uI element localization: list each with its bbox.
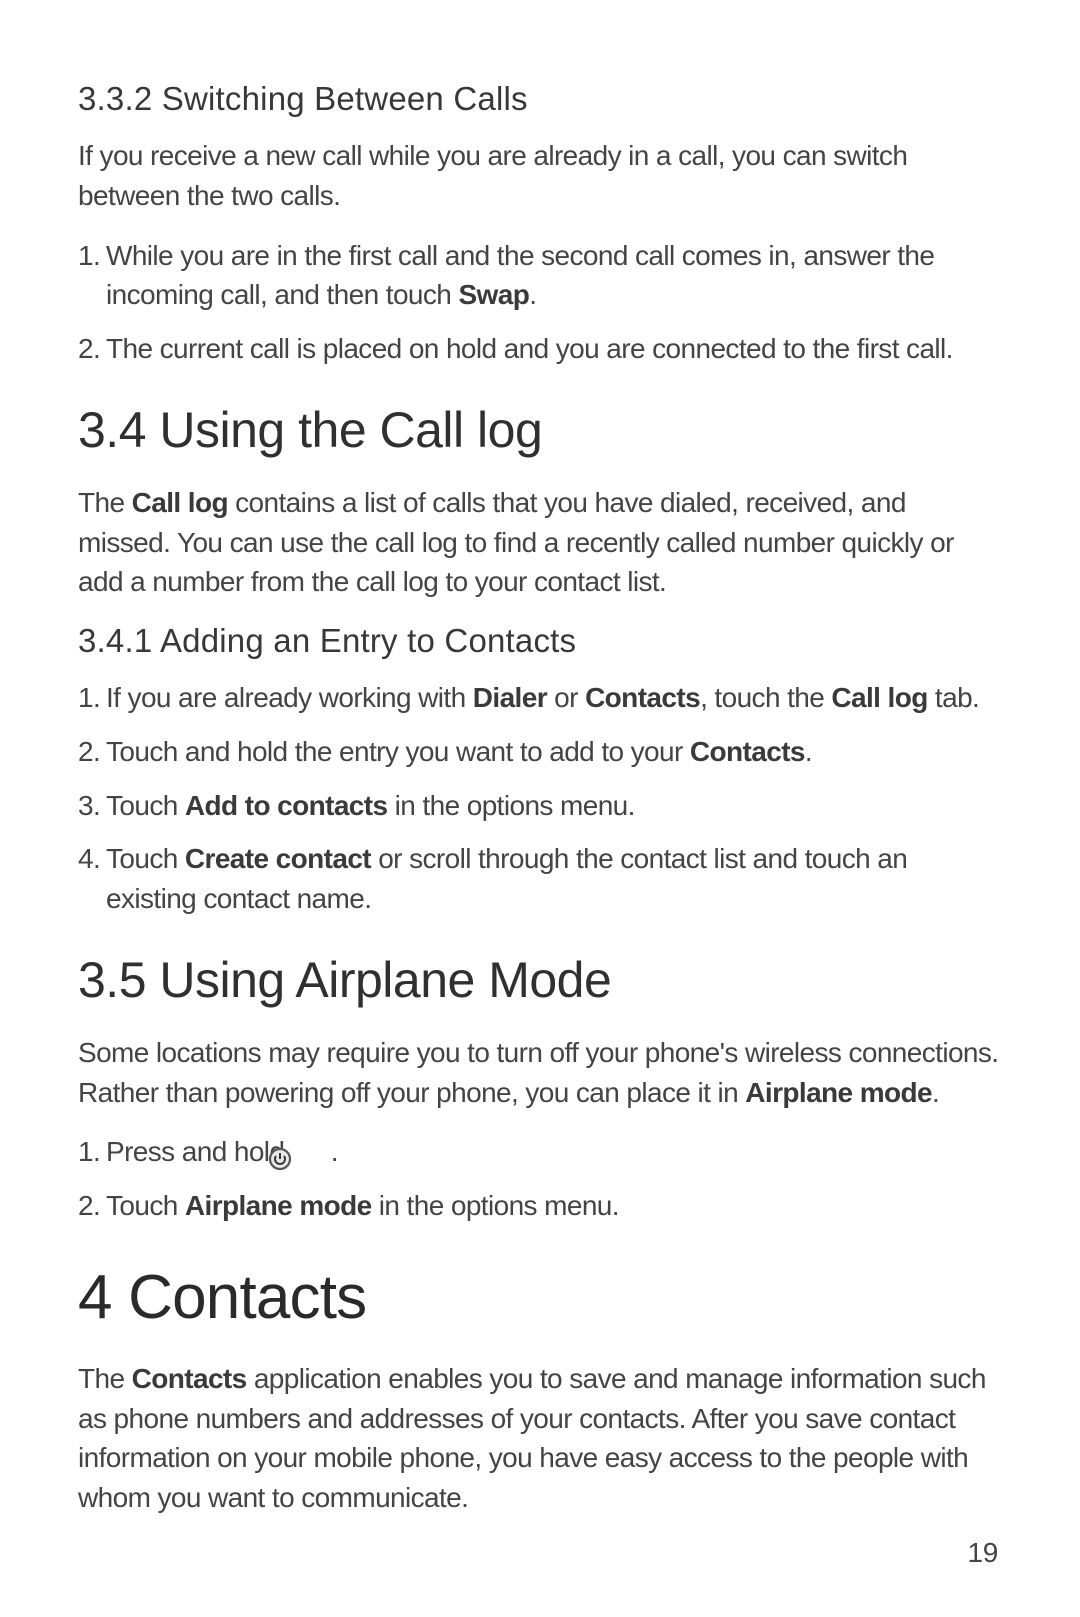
list-number: 1. — [78, 236, 106, 276]
page-number: 19 — [967, 1537, 998, 1569]
section-3-3-2: 3.3.2 Switching Between Calls If you rec… — [78, 80, 1002, 369]
step-text: . — [805, 736, 812, 767]
bold-add-to-contacts: Add to contacts — [185, 790, 388, 821]
bold-contacts: Contacts — [690, 736, 805, 767]
bold-contacts: Contacts — [585, 682, 700, 713]
step-text: , touch the — [700, 682, 831, 713]
step-text: . — [529, 279, 536, 310]
bold-airplane-mode: Airplane mode — [185, 1190, 372, 1221]
section-3-4-1: 3.4.1 Adding an Entry to Contacts 1.If y… — [78, 622, 1002, 919]
step-text: or — [547, 682, 585, 713]
bold-call-log-tab: Call log — [831, 682, 927, 713]
intro-3-4: The Call log contains a list of calls th… — [78, 483, 1002, 602]
step-2-3-3-2: 2.The current call is placed on hold and… — [78, 329, 1002, 369]
step-text: If you are already working with — [106, 682, 473, 713]
bold-call-log: Call log — [132, 487, 228, 518]
list-number: 2. — [78, 1186, 106, 1226]
heading-3-4-1: 3.4.1 Adding an Entry to Contacts — [78, 622, 1002, 660]
section-3-4: 3.4 Using the Call log The Call log cont… — [78, 401, 1002, 602]
bold-contacts-app: Contacts — [132, 1363, 247, 1394]
step-3-3-4-1: 3.Touch Add to contacts in the options m… — [78, 786, 1002, 826]
intro-3-5: Some locations may require you to turn o… — [78, 1033, 1002, 1113]
heading-3-3-2: 3.3.2 Switching Between Calls — [78, 80, 1002, 118]
step-text: Press and hold — [106, 1136, 292, 1167]
bold-create-contact: Create contact — [185, 843, 371, 874]
bold-dialer: Dialer — [473, 682, 547, 713]
list-number: 2. — [78, 732, 106, 772]
intro-text: The — [78, 1363, 132, 1394]
list-number: 1. — [78, 678, 106, 718]
step-text: The current call is placed on hold and y… — [106, 333, 953, 364]
heading-3-4: 3.4 Using the Call log — [78, 401, 1002, 459]
list-number: 3. — [78, 786, 106, 826]
step-text: in the options menu. — [387, 790, 634, 821]
power-icon — [296, 1142, 320, 1166]
step-text: in the options menu. — [372, 1190, 619, 1221]
step-text: Touch — [106, 843, 185, 874]
step-text: . — [324, 1136, 338, 1167]
step-2-3-5: 2.Touch Airplane mode in the options men… — [78, 1186, 1002, 1226]
step-text: Touch — [106, 1190, 185, 1221]
list-number: 2. — [78, 329, 106, 369]
heading-4: 4 Contacts — [78, 1262, 1002, 1333]
step-text: Touch — [106, 790, 185, 821]
heading-3-5: 3.5 Using Airplane Mode — [78, 951, 1002, 1009]
step-4-3-4-1: 4.Touch Create contact or scroll through… — [78, 839, 1002, 919]
bold-swap: Swap — [458, 279, 529, 310]
section-3-5: 3.5 Using Airplane Mode Some locations m… — [78, 951, 1002, 1226]
intro-3-3-2: If you receive a new call while you are … — [78, 136, 1002, 216]
intro-4: The Contacts application enables you to … — [78, 1359, 1002, 1518]
intro-text: The — [78, 487, 132, 518]
bold-airplane-mode: Airplane mode — [745, 1077, 932, 1108]
step-1-3-4-1: 1.If you are already working with Dialer… — [78, 678, 1002, 718]
step-text: tab. — [928, 682, 979, 713]
list-number: 1. — [78, 1132, 106, 1172]
step-text: Touch and hold the entry you want to add… — [106, 736, 690, 767]
step-1-3-3-2: 1.While you are in the first call and th… — [78, 236, 1002, 316]
intro-text: . — [932, 1077, 939, 1108]
section-4: 4 Contacts The Contacts application enab… — [78, 1262, 1002, 1518]
step-1-3-5: 1.Press and hold . — [78, 1132, 1002, 1172]
step-2-3-4-1: 2.Touch and hold the entry you want to a… — [78, 732, 1002, 772]
list-number: 4. — [78, 839, 106, 879]
